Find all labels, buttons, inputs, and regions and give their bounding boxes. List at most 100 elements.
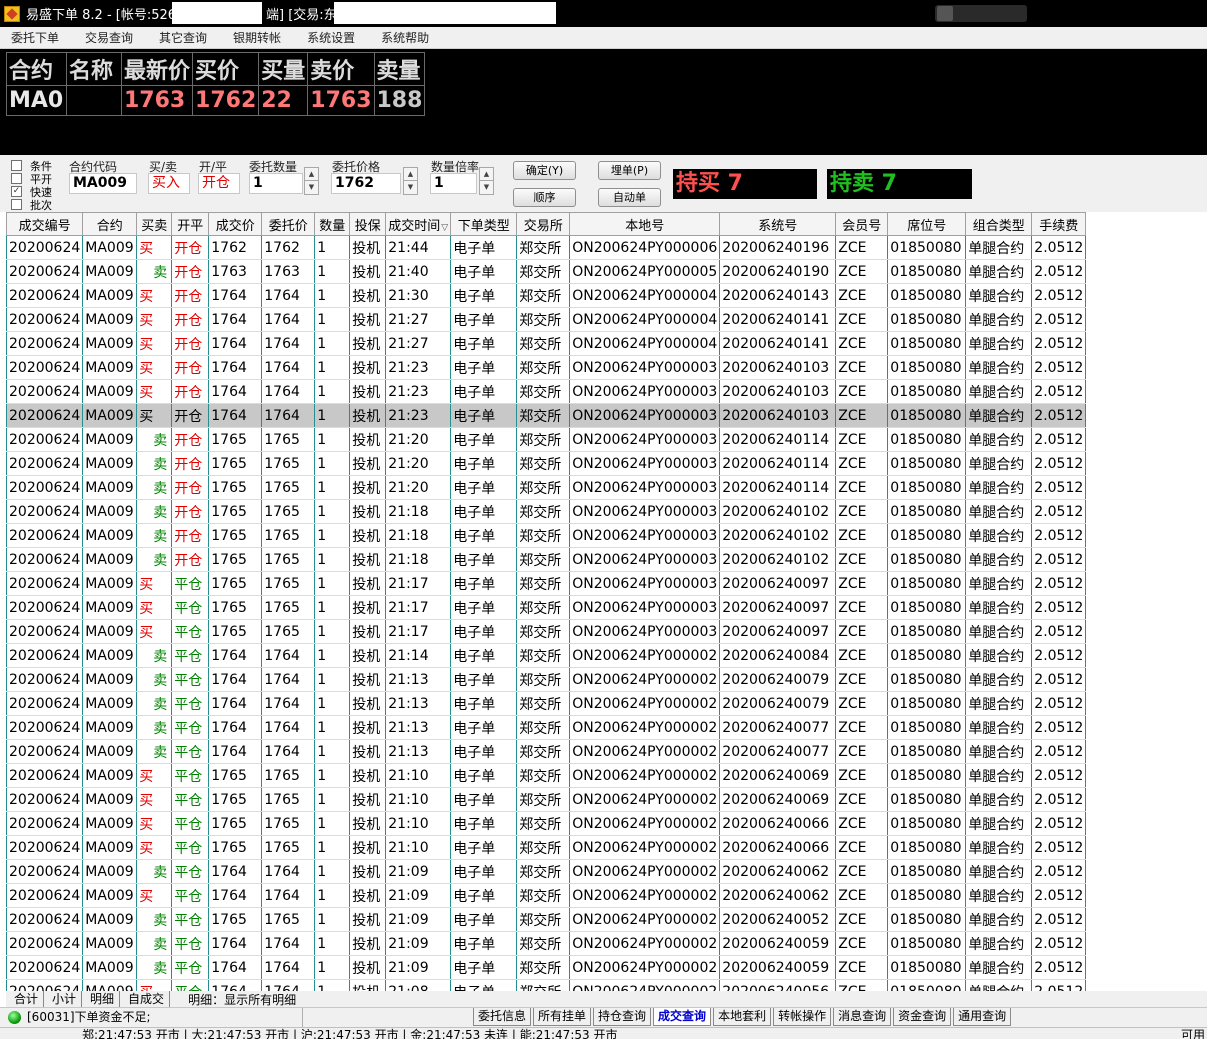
quote-header-last[interactable]: 最新价 [120, 52, 194, 86]
checkbox-box-checked[interactable]: ✓ [11, 186, 22, 197]
column-header[interactable]: 成交编号 [6, 212, 84, 236]
quote-header-ask[interactable]: 卖价 [307, 52, 375, 86]
multiplier-stepper[interactable]: ▲ ▼ [479, 167, 494, 195]
table-row[interactable]: 20200624 MA009 卖平仓 1764 1764 1 投机 21:09 电子单 郑交所 ON… [6, 859, 1087, 884]
bottom-tab[interactable]: 持仓查询 [593, 1008, 652, 1026]
table-row[interactable]: 20200624 MA009 买平仓 1765 1765 1 投机 21:17 电子单 郑交所 ON… [6, 595, 1087, 620]
table-row[interactable]: 20200624 MA009 卖平仓 1764 1764 1 投机 21:13 电子单 郑交所 ON… [6, 691, 1087, 716]
multiplier-input[interactable]: 1 [430, 173, 477, 194]
quantity-input[interactable]: 1 [249, 173, 303, 194]
table-row[interactable]: 20200624 MA009 买平仓 1764 1764 1 投机 21:09 电子单 郑交所 ON… [6, 883, 1087, 908]
menu-help[interactable]: 系统帮助 [381, 29, 429, 46]
quote-header-bid[interactable]: 买价 [192, 52, 260, 86]
sequence-button[interactable]: 顺序 [513, 188, 576, 207]
checkbox-box[interactable] [11, 173, 22, 184]
price-stepper[interactable]: ▲ ▼ [403, 167, 418, 195]
table-row[interactable]: 20200624 MA009 卖平仓 1764 1764 1 投机 21:09 电子单 郑交所 ON… [6, 931, 1087, 956]
table-row[interactable]: 20200624 MA009 卖开仓 1765 1765 1 投机 21:18 电子单 郑交所 ON… [6, 523, 1087, 548]
spin-up-icon[interactable]: ▲ [305, 168, 318, 181]
bottom-tab[interactable]: 本地套利 [713, 1008, 772, 1026]
column-header[interactable]: 投保 [349, 212, 387, 236]
column-header[interactable]: 手续费 [1031, 212, 1087, 236]
column-header[interactable]: 系统号 [719, 212, 837, 236]
spin-down-icon[interactable]: ▼ [404, 181, 417, 194]
bottom-tab[interactable]: 消息查询 [833, 1008, 892, 1026]
subtab-total[interactable]: 合计 [6, 991, 45, 1007]
subtab-detail[interactable]: 明细 [82, 991, 121, 1007]
column-header[interactable]: 开平 [171, 212, 210, 236]
column-header[interactable]: 会员号 [835, 212, 889, 236]
table-row[interactable]: 20200624 MA009 买开仓 1764 1764 1 投机 21:27 电子单 郑交所 ON… [6, 331, 1087, 356]
bottom-tab[interactable]: 通用查询 [953, 1008, 1012, 1026]
bottom-tab[interactable]: 成交查询 [653, 1008, 712, 1026]
table-row[interactable]: 20200624 MA009 卖开仓 1765 1765 1 投机 21:20 电子单 郑交所 ON… [6, 475, 1087, 500]
quote-header-contract[interactable]: 合约 [6, 52, 67, 86]
table-row[interactable]: 20200624 MA009 买平仓 1765 1765 1 投机 21:17 电子单 郑交所 ON… [6, 619, 1087, 644]
table-row[interactable]: 20200624 MA009 买开仓 1764 1764 1 投机 21:23 电子单 郑交所 ON… [6, 355, 1087, 380]
table-row[interactable]: 20200624 MA009 卖平仓 1764 1764 1 投机 21:13 电子单 郑交所 ON… [6, 715, 1087, 740]
table-row[interactable]: 20200624 MA009 卖平仓 1765 1765 1 投机 21:09 电子单 郑交所 ON… [6, 907, 1087, 932]
table-row[interactable]: 20200624 MA009 买开仓 1764 1764 1 投机 21:27 电子单 郑交所 ON… [6, 307, 1087, 332]
table-row[interactable]: 20200624 MA009 卖开仓 1765 1765 1 投机 21:20 电子单 郑交所 ON… [6, 451, 1087, 476]
bottom-tab[interactable]: 委托信息 [473, 1008, 532, 1026]
quote-header-name[interactable]: 名称 [66, 52, 122, 86]
bottom-tab[interactable]: 所有挂单 [533, 1008, 592, 1026]
menu-settings[interactable]: 系统设置 [307, 29, 355, 46]
column-header[interactable]: 下单类型 [450, 212, 518, 236]
openclose-select[interactable]: 开仓 [198, 173, 240, 194]
table-row[interactable]: 20200624 MA009 卖平仓 1764 1764 1 投机 21:14 电子单 郑交所 ON… [6, 643, 1087, 668]
bottom-tab[interactable]: 资金查询 [893, 1008, 952, 1026]
column-header[interactable]: 席位号 [887, 212, 967, 236]
spin-down-icon[interactable]: ▼ [305, 181, 318, 194]
checkbox-box[interactable] [11, 160, 22, 171]
bottom-tab[interactable]: 转帐操作 [773, 1008, 832, 1026]
column-header[interactable]: 本地号 [569, 212, 721, 236]
price-input[interactable]: 1762 [331, 173, 401, 194]
table-row[interactable]: 20200624 MA009 卖开仓 1765 1765 1 投机 21:18 电子单 郑交所 ON… [6, 499, 1087, 524]
table-row[interactable]: 20200624 MA009 买开仓 1762 1762 1 投机 21:44 电子单 郑交所 ON… [6, 235, 1087, 260]
column-header[interactable]: 合约 [82, 212, 138, 236]
subtab-subtotal[interactable]: 小计 [44, 991, 83, 1007]
spin-up-icon[interactable]: ▲ [480, 168, 493, 181]
trade-table[interactable]: 成交编号 合约 买卖 开平 成交价 委托价 数量 投保 成交时间▽ 下单类型 交易所 本地号 系统号 会员… [6, 212, 1087, 991]
subtab-self-trade[interactable]: 自成交 [120, 991, 171, 1007]
confirm-button[interactable]: 确定(Y) [513, 161, 576, 180]
table-row[interactable]: 20200624 MA009 买开仓 1764 1764 1 投机 21:30 电子单 郑交所 ON… [6, 283, 1087, 308]
table-row[interactable]: 20200624MA009买平仓176417641投机21:08电子单郑交所ON… [6, 979, 1087, 991]
column-header[interactable]: 成交价 [208, 212, 263, 236]
table-row[interactable]: 20200624 MA009 卖开仓 1765 1765 1 投机 21:18 电子单 郑交所 ON… [6, 547, 1087, 572]
quantity-stepper[interactable]: ▲ ▼ [304, 167, 319, 195]
table-row[interactable]: 20200624 MA009 卖开仓 1763 1763 1 投机 21:40 电子单 郑交所 ON… [6, 259, 1087, 284]
column-header[interactable]: 数量 [314, 212, 351, 236]
table-row[interactable]: 20200624 MA009 卖平仓 1764 1764 1 投机 21:09 电子单 郑交所 ON… [6, 955, 1087, 980]
table-row[interactable]: 20200624 MA009 买平仓 1765 1765 1 投机 21:10 电子单 郑交所 ON… [6, 811, 1087, 836]
table-row[interactable]: 20200624 MA009 卖平仓 1764 1764 1 投机 21:13 电子单 郑交所 ON… [6, 739, 1087, 764]
menu-trade-query[interactable]: 交易查询 [85, 29, 133, 46]
table-row[interactable]: 20200624 MA009 买开仓 1764 1764 1 投机 21:23 电子单 郑交所 ON… [6, 379, 1087, 404]
auto-order-button[interactable]: 自动单 [598, 188, 661, 207]
table-row[interactable]: 20200624 MA009 买开仓 1764 1764 1 投机 21:23 电子单 郑交所 ON… [6, 403, 1087, 428]
quote-row[interactable]: MA0 1763 1762 22 1763 188 [6, 85, 426, 116]
quote-header-ask-qty[interactable]: 卖量 [373, 52, 426, 86]
spin-down-icon[interactable]: ▼ [480, 181, 493, 194]
menu-other-query[interactable]: 其它查询 [159, 29, 207, 46]
trade-grid[interactable]: 成交编号 合约 买卖 开平 成交价 委托价 数量 投保 成交时间▽ 下单类型 交易所 本地号 系统号 会员… [6, 212, 1207, 991]
column-header[interactable]: 委托价 [261, 212, 316, 236]
menu-bank-transfer[interactable]: 银期转帐 [233, 29, 281, 46]
quote-table[interactable]: 合约 名称 最新价 买价 买量 卖价 卖量 MA0 1763 1762 22 1… [6, 52, 426, 116]
table-row[interactable]: 20200624 MA009 买平仓 1765 1765 1 投机 21:10 电子单 郑交所 ON… [6, 763, 1087, 788]
table-row[interactable]: 20200624 MA009 买平仓 1765 1765 1 投机 21:17 电子单 郑交所 ON… [6, 571, 1087, 596]
table-row[interactable]: 20200624 MA009 卖平仓 1764 1764 1 投机 21:13 电子单 郑交所 ON… [6, 667, 1087, 692]
checkbox-box[interactable] [11, 199, 22, 210]
checkbox-batch[interactable]: 批次 [11, 198, 52, 212]
column-header[interactable]: 交易所 [516, 212, 571, 236]
park-order-button[interactable]: 埋单(P) [598, 161, 661, 180]
spin-up-icon[interactable]: ▲ [404, 168, 417, 181]
table-row[interactable]: 20200624 MA009 买平仓 1765 1765 1 投机 21:10 电子单 郑交所 ON… [6, 787, 1087, 812]
contract-input[interactable]: MA009 [69, 173, 137, 194]
column-header[interactable]: 组合类型 [965, 212, 1033, 236]
table-row[interactable]: 20200624 MA009 卖开仓 1765 1765 1 投机 21:20 电子单 郑交所 ON… [6, 427, 1087, 452]
column-header[interactable]: 买卖 [136, 212, 173, 236]
quote-header-bid-qty[interactable]: 买量 [258, 52, 309, 86]
user-avatar[interactable] [935, 5, 1027, 22]
